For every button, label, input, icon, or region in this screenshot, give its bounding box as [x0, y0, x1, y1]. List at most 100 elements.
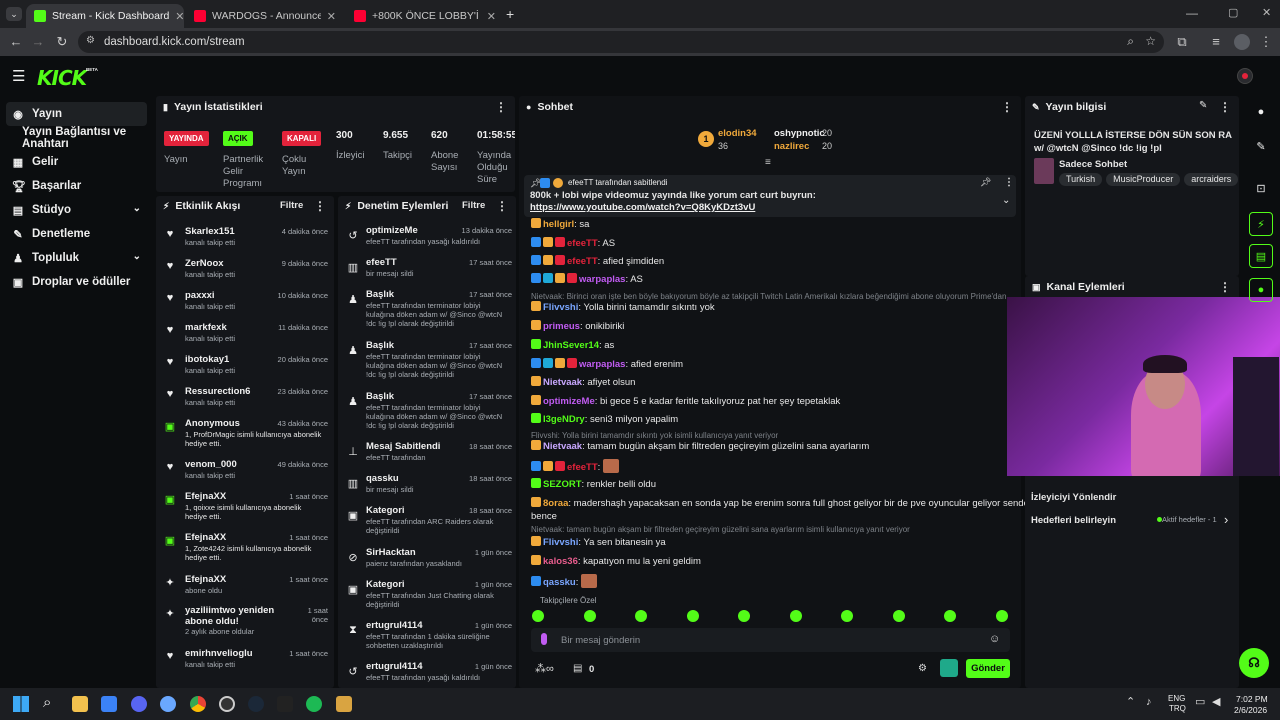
scan-icon[interactable]: ⊡	[1249, 176, 1273, 200]
emote-icon[interactable]	[738, 610, 750, 622]
edit-icon[interactable]: ✎	[1249, 134, 1273, 158]
more-options-icon[interactable]: ⋮	[1001, 100, 1013, 114]
chat-message[interactable]: I3geNDry: seni3 milyon yapalim	[531, 413, 1011, 426]
tab-800k-video[interactable]: +800K ÖNCE LOBBY'İ TEMİZLE... ✕	[346, 4, 504, 28]
activity-event[interactable]: ♥ paxxxi kanalı takip etti 10 dakika önce	[162, 287, 328, 317]
emote-icon[interactable]	[686, 610, 699, 622]
kick-logo[interactable]: KICK	[37, 66, 87, 90]
moderation-action[interactable]: ♟ Başlık efeeTT tarafından terminator lobi…	[344, 287, 512, 328]
tag[interactable]: Turkish	[1059, 173, 1103, 186]
more-options-icon[interactable]: ⋮	[314, 199, 326, 213]
activity-event[interactable]: ♥ Skarlex151 kanalı takip etti 4 dakika önc…	[162, 223, 328, 253]
chat-username[interactable]: primeus	[543, 321, 580, 332]
channel-action-item[interactable]: İzleyiciyi Yönlendir	[1031, 492, 1116, 503]
chat-message[interactable]: JhinSever14: as	[531, 339, 1011, 352]
chat-message[interactable]: qassku:	[531, 574, 1011, 589]
chat-message[interactable]: 8oraa: madershaşh yapacaksan en sonda ya…	[531, 497, 1080, 510]
chat-username[interactable]: 8oraa	[543, 498, 568, 509]
emote-icon[interactable]	[583, 610, 596, 622]
send-button[interactable]: Gönder	[966, 659, 1010, 678]
lightning-icon[interactable]: ⚡︎	[1249, 212, 1273, 236]
chat-message[interactable]: warpaplas: AS	[531, 273, 1011, 286]
forward-icon[interactable]: →	[30, 34, 46, 50]
activity-event[interactable]: ♥ ibotokay1 kanalı takip etti 20 dakika önc…	[162, 351, 328, 381]
language-indicator[interactable]: ENG	[1168, 694, 1185, 703]
chat-message[interactable]: hellgirl: sa	[531, 218, 1011, 231]
filter-button[interactable]: Filtre	[462, 200, 485, 211]
activity-event[interactable]: ♥ emirhnvelioglu kanalı takip etti 1 saat ö…	[162, 645, 328, 675]
sidebar-item-stream-key[interactable]: Yayın Bağlantısı ve Anahtarı	[6, 126, 156, 150]
emote-icon[interactable]	[944, 610, 956, 622]
moderation-action[interactable]: ▥ efeeTT bir mesajı sildi 17 saat önce	[344, 255, 512, 285]
activity-event[interactable]: ▣ EfejnaXX 1, qoixxe isimli kullanıcıya ab…	[162, 488, 328, 521]
chat-username[interactable]: efeeTT	[567, 462, 598, 473]
chat-message[interactable]: kalos36: kapatıyon mu la yeni geldim	[531, 555, 1011, 568]
sidebar-item-stream[interactable]: ◉ Yayın	[6, 102, 147, 126]
activity-event[interactable]: ♥ ZerNoox kanalı takip etti 9 dakika önce	[162, 255, 328, 285]
activity-event[interactable]: ♥ markfexk kanalı takip etti 11 dakika önce	[162, 319, 328, 349]
leader-name[interactable]: oshypnotic	[774, 128, 825, 139]
window-close-icon[interactable]: ✕	[1262, 6, 1271, 19]
network-icon[interactable]: ▭	[1195, 695, 1205, 708]
chat-username[interactable]: warpaplas	[579, 274, 625, 285]
tag[interactable]: arcraiders	[1184, 173, 1239, 186]
edit-icon[interactable]: ✎	[1199, 100, 1207, 111]
clock-time[interactable]: 7:02 PM	[1236, 694, 1268, 704]
windows-start-icon[interactable]	[13, 696, 29, 712]
more-options-icon[interactable]: ⋮	[1219, 280, 1231, 294]
profile-avatar[interactable]	[1234, 34, 1250, 50]
chat-username[interactable]: kalos36	[543, 556, 578, 567]
sidebar-item-achievements[interactable]: 🏆︎ Başarılar	[6, 174, 147, 198]
info-icon[interactable]: ●	[1249, 100, 1273, 124]
close-icon[interactable]: ✕	[175, 10, 184, 23]
chat-message[interactable]: Nietvaak: afiyet olsun	[531, 376, 1011, 389]
sidebar-item-revenue[interactable]: ▦ Gelir	[6, 150, 147, 174]
app-icon[interactable]	[277, 696, 293, 712]
chat-username[interactable]: Nietvaak	[543, 377, 582, 388]
chat-input[interactable]: Bir mesaj gönderin ☺	[531, 628, 1010, 652]
moderation-action[interactable]: ↺ optimizeMe efeeTT tarafından yasağı kald…	[344, 223, 512, 253]
site-info-icon[interactable]: ⚙	[86, 35, 95, 46]
chat-message[interactable]: warpaplas: afied erenim	[531, 358, 1011, 371]
sidebar-item-moderation[interactable]: ✎ Denetleme	[6, 222, 147, 246]
tab-list-button[interactable]: ⌄	[6, 7, 22, 21]
chevron-down-icon[interactable]: ⌄	[133, 251, 141, 262]
moderation-action[interactable]: ▥ qassku bir mesajı sildi 18 saat önce	[344, 471, 512, 501]
channel-action-item[interactable]: Hedefleri belirleyin	[1031, 515, 1116, 526]
activity-event[interactable]: ♥ venom_000 kanalı takip etti 49 dakika önc…	[162, 456, 328, 486]
chat-username[interactable]: I3geNDry	[543, 414, 585, 425]
more-options-icon[interactable]: ⋮	[1219, 100, 1231, 114]
new-tab-button[interactable]: +	[506, 6, 520, 22]
chat-username[interactable]: qassku	[543, 577, 576, 588]
chat-username[interactable]: optimizeMe	[543, 396, 595, 407]
back-icon[interactable]: ←	[8, 34, 24, 50]
chat-username[interactable]: Flivvshi	[543, 302, 578, 313]
sidebar-item-studio[interactable]: ▤ Stüdyo ⌄	[6, 198, 147, 222]
chat-message[interactable]: Flivvshi: Ya sen bitanesin ya	[531, 536, 1011, 549]
chat-username[interactable]: hellgirl	[543, 219, 574, 230]
moderation-action[interactable]: ⊘ SirHacktan paienz tarafından yasaklandı 1…	[344, 545, 512, 575]
reload-icon[interactable]: ↻	[54, 34, 70, 50]
app-icon[interactable]	[160, 696, 176, 712]
url-field[interactable]: ⚙ dashboard.kick.com/stream ⌕ ☆	[78, 31, 1164, 53]
minimize-icon[interactable]: —	[1186, 6, 1198, 20]
emote-icon[interactable]	[841, 610, 853, 622]
more-options-icon[interactable]: ⋮	[496, 199, 508, 213]
gift-count-icon[interactable]: ▤	[573, 663, 582, 674]
pinned-link[interactable]: https://www.youtube.com/watch?v=Q8KyKDzt…	[530, 202, 755, 213]
store-icon[interactable]	[101, 696, 117, 712]
chat-username[interactable]: SEZORT	[543, 479, 582, 490]
chat-username[interactable]: efeeTT	[567, 256, 598, 267]
activity-event[interactable]: ♥ Ressurection6 kanalı takip etti 23 dakika…	[162, 383, 328, 413]
activity-event[interactable]: ✦ yaziliimtwo yeniden abone oldu! 2 aylık …	[162, 602, 328, 636]
more-options-icon[interactable]: ⋮	[1004, 177, 1014, 188]
hamburger-menu-icon[interactable]: ☰	[12, 67, 25, 85]
close-icon[interactable]: ✕	[487, 10, 496, 23]
obs-icon[interactable]	[219, 696, 235, 712]
moderation-action[interactable]: ▣ Kategori efeeTT tarafından Just Chatting…	[344, 577, 512, 609]
activity-event[interactable]: ▣ Anonymous 1, ProfDrMagic isimli kullanıc…	[162, 415, 328, 448]
chat-message[interactable]: primeus: onikibiriki	[531, 320, 1011, 333]
moderation-action[interactable]: ⧗ ertugrul4114 efeeTT tarafından 1 dakika …	[344, 618, 512, 650]
emote-icon[interactable]	[635, 610, 647, 622]
browser-menu-icon[interactable]: ⋮	[1258, 34, 1274, 50]
